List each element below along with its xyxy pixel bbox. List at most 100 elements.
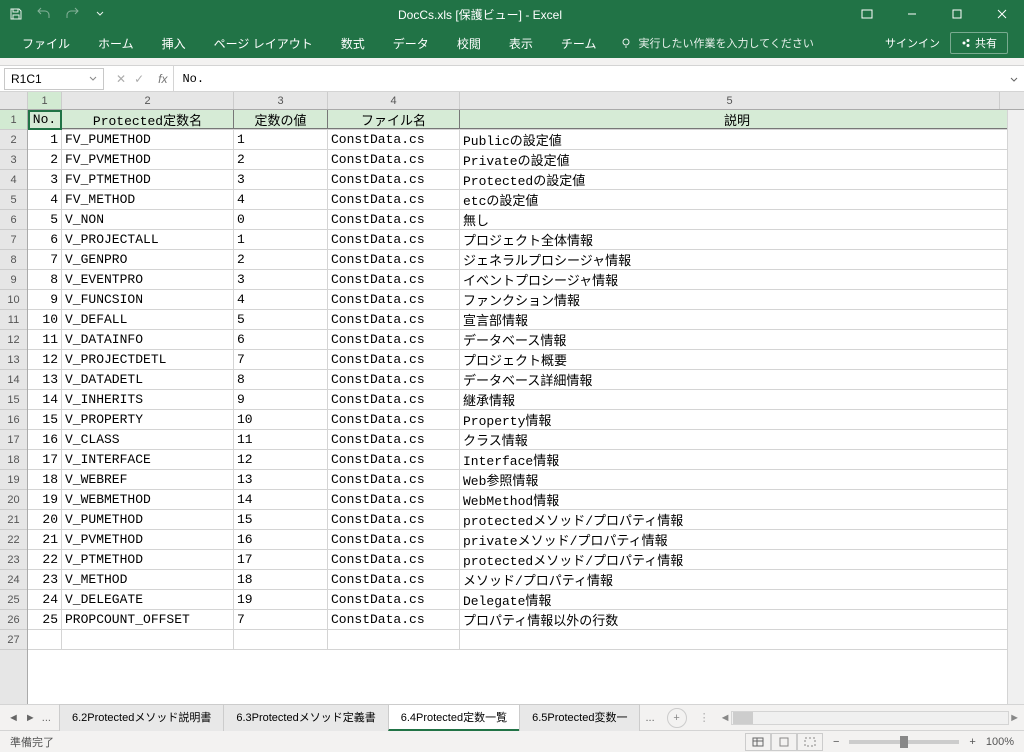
cancel-formula-icon[interactable]: ✕	[116, 72, 126, 86]
table-row[interactable]: 22V_PTMETHOD17ConstData.csprotectedメソッド/…	[28, 550, 1024, 570]
cell[interactable]: Protectedの設定値	[460, 170, 1015, 189]
cell[interactable]: PROPCOUNT_OFFSET	[62, 610, 234, 629]
cell[interactable]: 7	[234, 350, 328, 369]
cell[interactable]: ConstData.cs	[328, 510, 460, 529]
cell[interactable]: ConstData.cs	[328, 390, 460, 409]
cell[interactable]: 9	[234, 390, 328, 409]
cell[interactable]: 24	[28, 590, 62, 609]
col-header[interactable]: 5	[460, 92, 1000, 109]
cell[interactable]: 22	[28, 550, 62, 569]
row-header[interactable]: 19	[0, 470, 27, 490]
ribbon-tab[interactable]: ホーム	[84, 28, 148, 58]
cell[interactable]: ConstData.cs	[328, 590, 460, 609]
cell[interactable]: 6	[234, 330, 328, 349]
cell[interactable]: 継承情報	[460, 390, 1015, 409]
row-header[interactable]: 16	[0, 410, 27, 430]
cell[interactable]: ConstData.cs	[328, 350, 460, 369]
add-sheet-button[interactable]: +	[667, 708, 687, 728]
cell[interactable]: 15	[234, 510, 328, 529]
cell[interactable]: V_GENPRO	[62, 250, 234, 269]
cell[interactable]: ConstData.cs	[328, 330, 460, 349]
view-page-layout-icon[interactable]	[771, 733, 797, 751]
cell[interactable]: ConstData.cs	[328, 470, 460, 489]
row-header[interactable]: 3	[0, 150, 27, 170]
cell[interactable]: 5	[234, 310, 328, 329]
cell[interactable]: V_PROJECTALL	[62, 230, 234, 249]
table-row[interactable]: 13V_DATADETL8ConstData.csデータベース詳細情報	[28, 370, 1024, 390]
cell[interactable]: データベース詳細情報	[460, 370, 1015, 389]
vertical-scrollbar[interactable]	[1007, 110, 1024, 704]
cell[interactable]: 19	[28, 490, 62, 509]
cell[interactable]: ConstData.cs	[328, 610, 460, 629]
view-page-break-icon[interactable]	[797, 733, 823, 751]
cell[interactable]: 4	[28, 190, 62, 209]
ribbon-tab[interactable]: 数式	[327, 28, 379, 58]
cell[interactable]: メソッド/プロパティ情報	[460, 570, 1015, 589]
hscroll-right-icon[interactable]: ►	[1009, 712, 1020, 724]
cell[interactable]: Property情報	[460, 410, 1015, 429]
row-header[interactable]: 14	[0, 370, 27, 390]
cell[interactable]: イベントプロシージャ情報	[460, 270, 1015, 289]
cell[interactable]: クラス情報	[460, 430, 1015, 449]
cell[interactable]: protectedメソッド/プロパティ情報	[460, 550, 1015, 569]
table-row[interactable]: 24V_DELEGATE19ConstData.csDelegate情報	[28, 590, 1024, 610]
sheet-tab[interactable]: 6.2Protectedメソッド説明書	[59, 704, 224, 731]
cell[interactable]: ConstData.cs	[328, 430, 460, 449]
cell[interactable]: V_DATADETL	[62, 370, 234, 389]
cell[interactable]: 8	[234, 370, 328, 389]
table-row[interactable]: 20V_PUMETHOD15ConstData.csprotectedメソッド/…	[28, 510, 1024, 530]
cell[interactable]: V_PROPERTY	[62, 410, 234, 429]
table-row[interactable]: 10V_DEFALL5ConstData.cs宣言部情報	[28, 310, 1024, 330]
maximize-icon[interactable]	[934, 0, 979, 28]
cell[interactable]: 1	[234, 130, 328, 149]
cell[interactable]: V_DEFALL	[62, 310, 234, 329]
row-header[interactable]: 8	[0, 250, 27, 270]
row-header[interactable]: 27	[0, 630, 27, 650]
col-header[interactable]: 4	[328, 92, 460, 109]
select-all-corner[interactable]	[0, 92, 28, 109]
cell[interactable]: 25	[28, 610, 62, 629]
cell[interactable]: V_INTERFACE	[62, 450, 234, 469]
row-header[interactable]: 10	[0, 290, 27, 310]
cell[interactable]: ConstData.cs	[328, 490, 460, 509]
cell[interactable]: 3	[28, 170, 62, 189]
cell[interactable]: 2	[28, 150, 62, 169]
sheet-more[interactable]: ...	[639, 712, 660, 724]
cell[interactable]: 15	[28, 410, 62, 429]
name-box[interactable]: R1C1	[4, 68, 104, 90]
cell[interactable]: ConstData.cs	[328, 270, 460, 289]
table-row[interactable]: 7V_GENPRO2ConstData.csジェネラルプロシージャ情報	[28, 250, 1024, 270]
cell[interactable]: 11	[234, 430, 328, 449]
row-header[interactable]: 5	[0, 190, 27, 210]
row-header[interactable]: 20	[0, 490, 27, 510]
zoom-in-icon[interactable]: +	[969, 736, 975, 748]
table-row[interactable]: 4FV_METHOD4ConstData.csetcの設定値	[28, 190, 1024, 210]
sheet-tab[interactable]: 6.5Protected変数一	[519, 704, 640, 731]
row-header[interactable]: 1	[0, 110, 27, 130]
row-header[interactable]: 2	[0, 130, 27, 150]
cell[interactable]: 23	[28, 570, 62, 589]
cell[interactable]: ConstData.cs	[328, 310, 460, 329]
ribbon-tab[interactable]: ファイル	[8, 28, 84, 58]
cell[interactable]: 2	[234, 250, 328, 269]
row-header[interactable]: 7	[0, 230, 27, 250]
cell[interactable]: ConstData.cs	[328, 130, 460, 149]
cell[interactable]: ConstData.cs	[328, 230, 460, 249]
row-header[interactable]: 22	[0, 530, 27, 550]
cell[interactable]: privateメソッド/プロパティ情報	[460, 530, 1015, 549]
table-row[interactable]: 16V_CLASS11ConstData.csクラス情報	[28, 430, 1024, 450]
cell[interactable]: V_PVMETHOD	[62, 530, 234, 549]
empty-row[interactable]	[28, 630, 1024, 650]
cell[interactable]: V_DELEGATE	[62, 590, 234, 609]
table-row[interactable]: 19V_WEBMETHOD14ConstData.csWebMethod情報	[28, 490, 1024, 510]
cell[interactable]: 14	[234, 490, 328, 509]
cell[interactable]: 6	[28, 230, 62, 249]
header-cell[interactable]: 定数の値	[234, 110, 328, 129]
cell[interactable]: プロジェクト概要	[460, 350, 1015, 369]
row-header[interactable]: 24	[0, 570, 27, 590]
ribbon-tab[interactable]: 表示	[495, 28, 547, 58]
cell[interactable]: protectedメソッド/プロパティ情報	[460, 510, 1015, 529]
table-row[interactable]: 1FV_PUMETHOD1ConstData.csPublicの設定値	[28, 130, 1024, 150]
cell[interactable]: データベース情報	[460, 330, 1015, 349]
cell[interactable]: ジェネラルプロシージャ情報	[460, 250, 1015, 269]
